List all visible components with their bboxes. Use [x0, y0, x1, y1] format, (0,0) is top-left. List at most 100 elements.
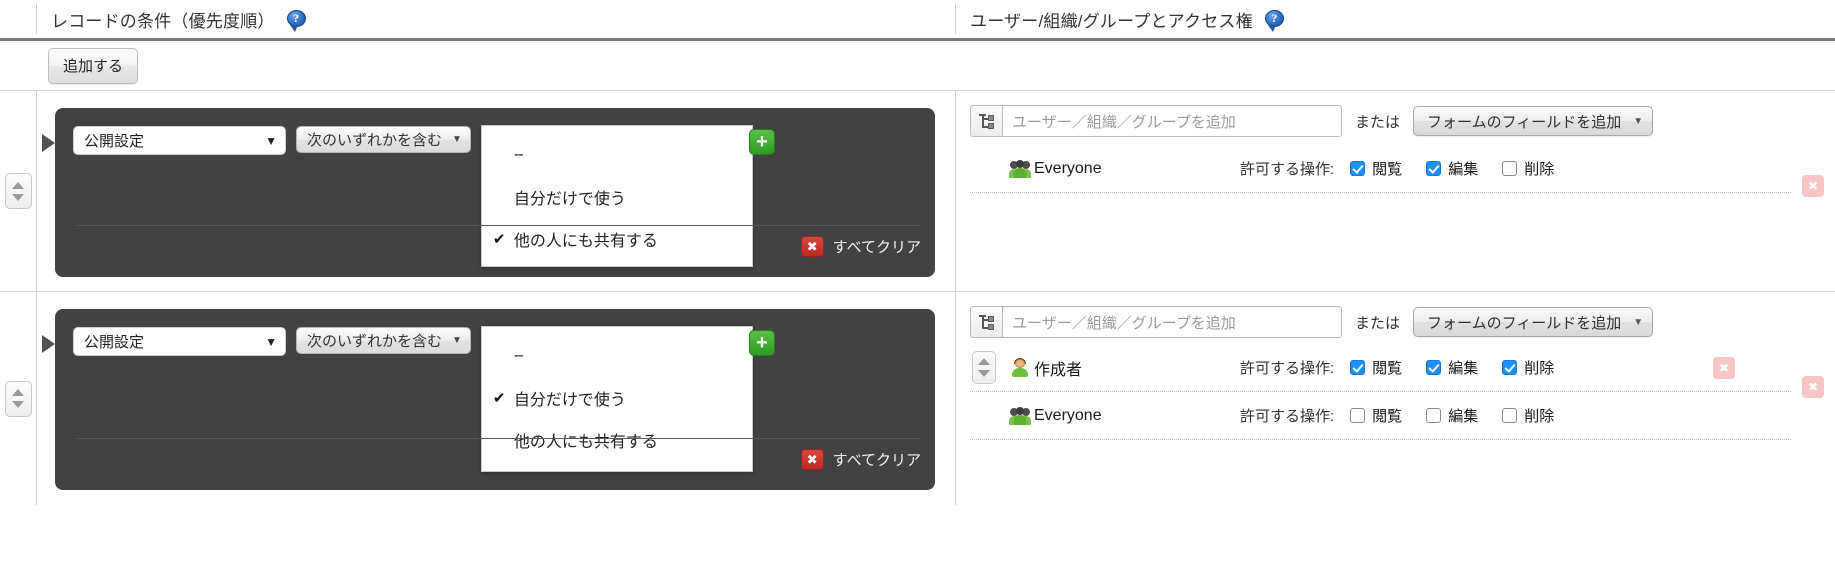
add-rule-button[interactable]: 追加する	[48, 47, 139, 84]
permission-label: 許可する操作:	[1240, 161, 1335, 178]
condition-operator-value: 次のいずれかを含む	[307, 132, 443, 149]
permission-view[interactable]: 閲覧	[1350, 158, 1402, 179]
rule-list: 公開設定 ▼ 次のいずれかを含む ▼ -- 自分だけで使う ✔ 他の人にも共有す…	[0, 90, 1835, 505]
arrow-down-icon	[978, 370, 990, 377]
condition-field-select[interactable]: 公開設定 ▼	[73, 126, 286, 155]
clear-all-label[interactable]: すべてクリア	[833, 449, 921, 470]
delete-rule-button[interactable]: ✖	[1802, 175, 1824, 197]
checkbox-view[interactable]	[1350, 408, 1366, 423]
access-column: ユーザー／組織／グループを追加 または フォームのフィールドを追加 ▼ Ever…	[955, 91, 1791, 291]
acl-subject: Everyone	[1009, 406, 1240, 425]
condition-operator-select[interactable]: 次のいずれかを含む ▼	[296, 327, 471, 354]
option-check-icon: ✔	[492, 390, 506, 407]
condition-operator-select[interactable]: 次のいずれかを含む ▼	[296, 126, 471, 153]
condition-footer: ✖ すべてクリア	[77, 438, 921, 480]
clear-all-icon[interactable]: ✖	[800, 449, 824, 470]
condition-column: 公開設定 ▼ 次のいずれかを含む ▼ -- ✔ 自分だけで使う 他の人にも共有す…	[36, 292, 955, 505]
add-condition-button[interactable]: +	[749, 330, 775, 356]
checkbox-delete[interactable]	[1502, 161, 1518, 176]
checkbox-delete[interactable]	[1502, 408, 1518, 423]
option-label: --	[513, 146, 524, 163]
checkbox-edit[interactable]	[1426, 408, 1442, 423]
permission-delete-label: 削除	[1524, 161, 1555, 178]
add-form-field-label: フォームのフィールドを追加	[1427, 113, 1622, 131]
chevron-down-icon: ▼	[265, 334, 277, 349]
option-item[interactable]: --	[482, 134, 752, 176]
chevron-down-icon: ▼	[265, 133, 277, 148]
permission-edit[interactable]: 編集	[1426, 405, 1478, 426]
user-search-input[interactable]: ユーザー／組織／グループを追加	[1002, 306, 1342, 338]
option-item[interactable]: 自分だけで使う	[482, 176, 752, 218]
permission-delete[interactable]: 削除	[1502, 405, 1554, 426]
user-search-input[interactable]: ユーザー／組織／グループを追加	[1002, 105, 1342, 137]
permission-edit[interactable]: 編集	[1426, 158, 1478, 179]
arrow-up-icon	[12, 389, 24, 396]
row-reorder-gutter	[0, 91, 36, 291]
acl-subject-name: Everyone	[1034, 159, 1102, 177]
checkbox-view[interactable]	[1350, 161, 1366, 176]
permission-view-label: 閲覧	[1372, 408, 1403, 425]
permission-delete-label: 削除	[1524, 360, 1555, 377]
clear-all-icon[interactable]: ✖	[800, 236, 824, 257]
condition-operator-value: 次のいずれかを含む	[307, 333, 443, 350]
option-label: 自分だけで使う	[513, 392, 626, 409]
condition-field-select[interactable]: 公開設定 ▼	[73, 327, 286, 356]
org-tree-button[interactable]	[970, 306, 1002, 338]
acl-subject-name: 作成者	[1034, 361, 1083, 379]
row-reorder-spinner[interactable]	[4, 380, 32, 417]
entry-reorder-spinner[interactable]	[972, 351, 996, 384]
row-reorder-spinner[interactable]	[4, 173, 32, 209]
arrow-up-icon	[978, 358, 990, 365]
permission-delete[interactable]: 削除	[1502, 158, 1554, 179]
option-item[interactable]: --	[482, 335, 752, 377]
checkbox-delete[interactable]	[1502, 360, 1518, 375]
checkbox-edit[interactable]	[1426, 360, 1442, 375]
permission-edit[interactable]: 編集	[1426, 357, 1478, 378]
help-icon[interactable]: ?	[1264, 9, 1284, 32]
entry-spinner-slot	[972, 351, 1010, 384]
rule-row: 公開設定 ▼ 次のいずれかを含む ▼ -- 自分だけで使う ✔ 他の人にも共有す…	[0, 90, 1835, 291]
page-title: レコードの条件（優先度順）	[51, 11, 275, 31]
chevron-down-icon: ▼	[1633, 115, 1644, 127]
row-reorder-gutter	[0, 292, 36, 505]
permission-delete[interactable]: 削除	[1502, 357, 1554, 378]
acl-entry: 作成者 許可する操作: 閲覧 編集 削除 ✖	[970, 344, 1791, 392]
permission-checkboxes: 閲覧 編集 削除	[1350, 357, 1554, 378]
panel-pointer-icon	[42, 335, 55, 353]
clear-all-label[interactable]: すべてクリア	[833, 236, 921, 257]
permission-edit-label: 編集	[1448, 360, 1479, 377]
org-tree-button[interactable]	[970, 105, 1002, 137]
permission-delete-label: 削除	[1524, 408, 1555, 425]
access-toolbar: ユーザー／組織／グループを追加 または フォームのフィールドを追加 ▼	[970, 306, 1791, 338]
acl-subject-name: Everyone	[1034, 406, 1102, 424]
permission-view[interactable]: 閲覧	[1350, 405, 1402, 426]
condition-panel: 公開設定 ▼ 次のいずれかを含む ▼ -- ✔ 自分だけで使う 他の人にも共有す…	[42, 309, 935, 490]
acl-entry: Everyone 許可する操作: 閲覧 編集 削除	[970, 392, 1791, 440]
help-icon[interactable]: ?	[286, 9, 306, 32]
or-label: または	[1355, 113, 1401, 131]
delete-acl-entry-button[interactable]: ✖	[1713, 356, 1735, 379]
access-title: ユーザー/組織/グループとアクセス権	[970, 11, 1253, 31]
arrow-down-icon	[12, 401, 24, 408]
chevron-down-icon: ▼	[452, 134, 462, 145]
page-header: レコードの条件（優先度順） ? ユーザー/組織/グループとアクセス権 ?	[0, 0, 1835, 38]
permission-label: 許可する操作:	[1240, 408, 1335, 425]
org-tree-icon	[978, 113, 995, 129]
arrow-up-icon	[12, 181, 24, 189]
add-form-field-button[interactable]: フォームのフィールドを追加 ▼	[1413, 106, 1654, 136]
add-form-field-label: フォームのフィールドを追加	[1427, 314, 1622, 332]
help-icon-glyph: ?	[293, 10, 300, 25]
delete-rule-button[interactable]: ✖	[1802, 376, 1824, 398]
permission-view[interactable]: 閲覧	[1350, 357, 1402, 378]
add-form-field-button[interactable]: フォームのフィールドを追加 ▼	[1413, 307, 1654, 337]
option-label: 自分だけで使う	[513, 191, 626, 208]
condition-field-value: 公開設定	[84, 133, 145, 150]
permission-label: 許可する操作:	[1240, 360, 1335, 377]
row-delete-gutter: ✖	[1791, 292, 1835, 505]
checkbox-edit[interactable]	[1426, 161, 1442, 176]
checkbox-view[interactable]	[1350, 360, 1366, 375]
rule-row: 公開設定 ▼ 次のいずれかを含む ▼ -- ✔ 自分だけで使う 他の人にも共有す…	[0, 291, 1835, 505]
permission-view-label: 閲覧	[1372, 360, 1403, 377]
add-condition-button[interactable]: +	[749, 129, 775, 155]
option-item[interactable]: ✔ 自分だけで使う	[482, 377, 752, 419]
